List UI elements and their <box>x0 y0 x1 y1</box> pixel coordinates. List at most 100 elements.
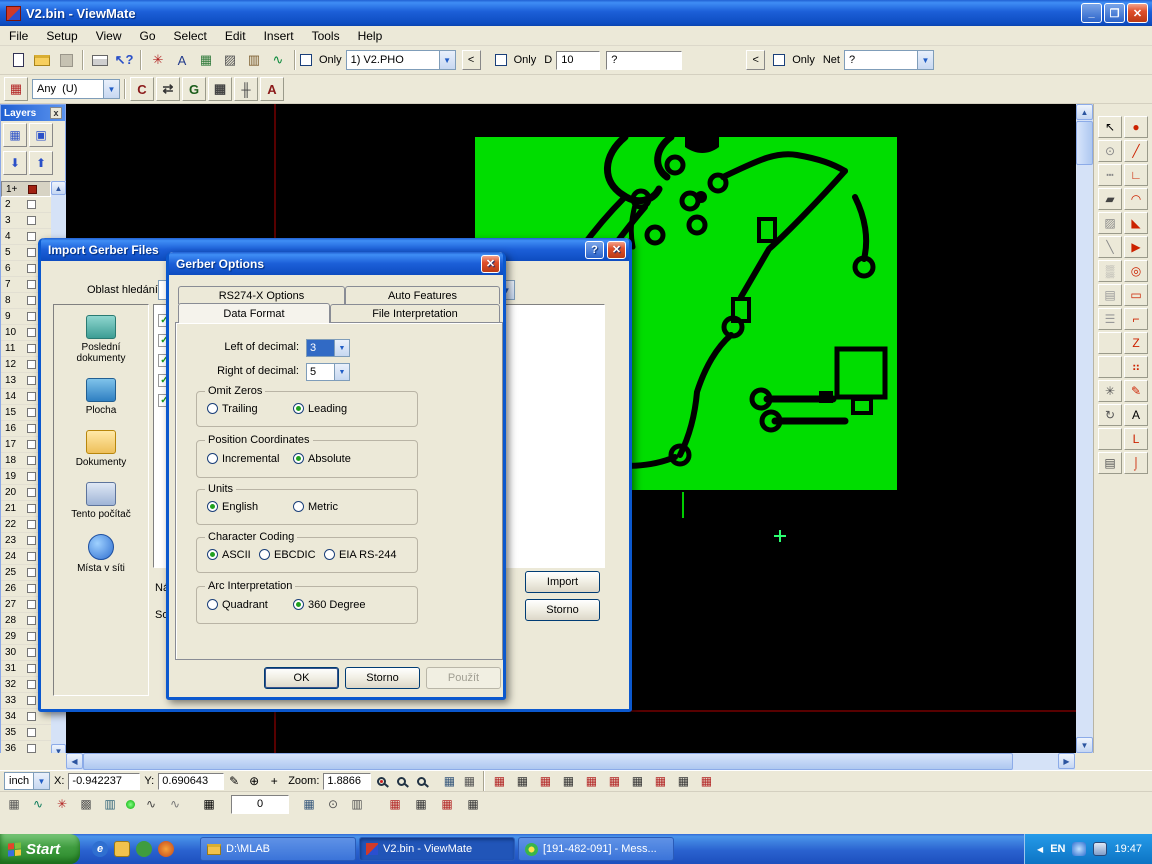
center-target-icon[interactable]: ⊕ <box>244 772 264 790</box>
radio-trailing[interactable]: Trailing <box>207 403 258 415</box>
dcode-icon-1[interactable]: ▦ <box>489 772 509 790</box>
zigzag-tool[interactable]: Z <box>1124 332 1148 354</box>
arc-tool[interactable]: ◠ <box>1124 188 1148 210</box>
pad-dark-icon-2[interactable]: ▦ <box>463 795 483 813</box>
layer-color-swatch[interactable] <box>27 232 36 241</box>
network-tray-icon[interactable] <box>1072 842 1086 856</box>
span-filter-button[interactable]: ╫ <box>234 77 258 101</box>
pad-red-icon-1[interactable]: ▦ <box>385 795 405 813</box>
layer-color-swatch[interactable] <box>27 440 36 449</box>
layer-row[interactable]: 3 <box>1 213 51 229</box>
grid-small-icon[interactable]: ▦ <box>4 795 24 813</box>
layer-color-swatch[interactable] <box>27 328 36 337</box>
place-recent[interactable]: Poslední dokumenty <box>54 315 148 364</box>
dimension-tool[interactable]: L <box>1124 428 1148 450</box>
scroll-left-icon[interactable]: ◀ <box>66 753 83 769</box>
grid-step-input[interactable]: 0 <box>231 795 289 814</box>
layer-color-swatch[interactable] <box>27 200 36 209</box>
layer-color-swatch[interactable] <box>27 744 36 753</box>
only-layer-checkbox[interactable] <box>300 54 312 66</box>
dots-tool[interactable]: ⠶ <box>1124 356 1148 378</box>
chevron-down-icon[interactable]: ▼ <box>917 51 933 69</box>
layer-color-swatch[interactable] <box>27 728 36 737</box>
scroll-up-icon[interactable]: ▲ <box>51 181 66 195</box>
layer-color-swatch[interactable] <box>27 536 36 545</box>
context-help-icon[interactable]: ↖? <box>112 48 136 72</box>
close-button[interactable]: ✕ <box>607 241 626 259</box>
menu-item[interactable]: Tools <box>303 27 349 45</box>
tab-data-format[interactable]: Data Format <box>178 303 330 323</box>
place-computer[interactable]: Tento počítač <box>54 482 148 520</box>
internet-explorer-icon[interactable]: e <box>92 841 108 857</box>
settings-tool[interactable]: ✳ <box>1098 380 1122 402</box>
layer-color-swatch[interactable] <box>27 408 36 417</box>
sine-mode-icon[interactable]: ∿ <box>141 795 161 813</box>
print-icon[interactable] <box>88 48 112 72</box>
radio-ascii[interactable]: ASCII <box>207 549 251 561</box>
chevron-down-icon[interactable]: ▼ <box>439 51 455 69</box>
layer-color-swatch[interactable] <box>27 424 36 433</box>
waveform-icon[interactable]: ∿ <box>266 48 290 72</box>
layer-combobox[interactable]: 1) V2.PHO ▼ <box>346 50 456 70</box>
scroll-down-icon[interactable]: ▼ <box>1076 737 1093 753</box>
close-button[interactable]: ✕ <box>1127 3 1148 23</box>
hook-tool[interactable]: ⌡ <box>1124 452 1148 474</box>
right-decimal-combobox[interactable]: 5 ▼ <box>306 363 350 381</box>
blank-tool-1[interactable] <box>1098 332 1122 354</box>
layer-color-swatch[interactable] <box>27 280 36 289</box>
menu-item[interactable]: Setup <box>37 27 86 45</box>
star-grid-icon[interactable]: ✳ <box>52 795 72 813</box>
tab-auto-features[interactable]: Auto Features <box>345 286 500 304</box>
aperture-text-icon[interactable]: A <box>170 48 194 72</box>
save-file-icon[interactable] <box>54 48 78 72</box>
menu-item[interactable]: Edit <box>216 27 255 45</box>
import-button[interactable]: Import <box>525 571 600 593</box>
dense-grid-icon[interactable]: ▥ <box>347 795 367 813</box>
layer-color-swatch[interactable] <box>27 488 36 497</box>
left-decimal-combobox[interactable]: 3 ▼ <box>306 339 350 357</box>
layer-color-swatch[interactable] <box>27 696 36 705</box>
hatch-small-icon[interactable]: ▩ <box>76 795 96 813</box>
text-tool[interactable]: A <box>1124 404 1148 426</box>
mirror-tool[interactable]: ◣ <box>1124 212 1148 234</box>
layer-color-swatch[interactable] <box>27 552 36 561</box>
output-tool[interactable]: ▤ <box>1098 452 1122 474</box>
selection-filter-icon[interactable]: ▦ <box>4 77 28 101</box>
close-icon[interactable]: x <box>50 107 62 119</box>
dash-tool[interactable]: ┅ <box>1098 164 1122 186</box>
snap-tool[interactable]: ⊙ <box>1098 140 1122 162</box>
task-viewmate[interactable]: V2.bin - ViewMate <box>359 837 515 861</box>
layer-color-swatch[interactable] <box>27 344 36 353</box>
canvas-vertical-scrollbar[interactable]: ▲ ▼ <box>1076 104 1093 753</box>
prev-dcode-button[interactable]: < <box>746 50 765 70</box>
swap-button[interactable]: ⇄ <box>156 77 180 101</box>
task-mlab[interactable]: D:\MLAB <box>200 837 356 861</box>
layer-color-swatch[interactable] <box>27 296 36 305</box>
minimize-button[interactable]: _ <box>1081 3 1102 23</box>
tab-file-interpretation[interactable]: File Interpretation <box>330 304 500 322</box>
dcode-icon-7[interactable]: ▦ <box>627 772 647 790</box>
dcode-icon-3[interactable]: ▦ <box>535 772 555 790</box>
target-grid-icon[interactable]: ⊙ <box>323 795 343 813</box>
layer-color-swatch[interactable] <box>27 216 36 225</box>
layer-color-swatch[interactable] <box>27 648 36 657</box>
storno-button[interactable]: Storno <box>525 599 600 621</box>
layer-grid-button[interactable]: ▦ <box>3 123 27 147</box>
menu-item[interactable]: Insert <box>255 27 303 45</box>
layer-down-button[interactable]: ⬇ <box>3 151 27 175</box>
grid-snap-icon[interactable]: ▦ <box>459 772 479 790</box>
origin-icon[interactable]: + <box>264 772 284 790</box>
grid-view-icon[interactable]: ▦ <box>194 48 218 72</box>
chevron-down-icon[interactable]: ▼ <box>33 773 49 789</box>
place-documents[interactable]: Dokumenty <box>54 430 148 468</box>
layer-color-swatch[interactable] <box>27 312 36 321</box>
chevron-down-icon[interactable]: ▼ <box>103 80 119 98</box>
tab-rs274x[interactable]: RS274-X Options <box>178 286 345 304</box>
pointer-tool[interactable]: ▶ <box>1124 236 1148 258</box>
hatch-tool[interactable]: ▨ <box>1098 212 1122 234</box>
dot-grid-icon[interactable]: ▦ <box>299 795 319 813</box>
storno-button[interactable]: Storno <box>345 667 420 689</box>
horizontal-scroll-thumb[interactable] <box>83 753 1013 770</box>
filled-rect-tool[interactable]: ▰ <box>1098 188 1122 210</box>
pattern-tool[interactable]: ▤ <box>1098 284 1122 306</box>
